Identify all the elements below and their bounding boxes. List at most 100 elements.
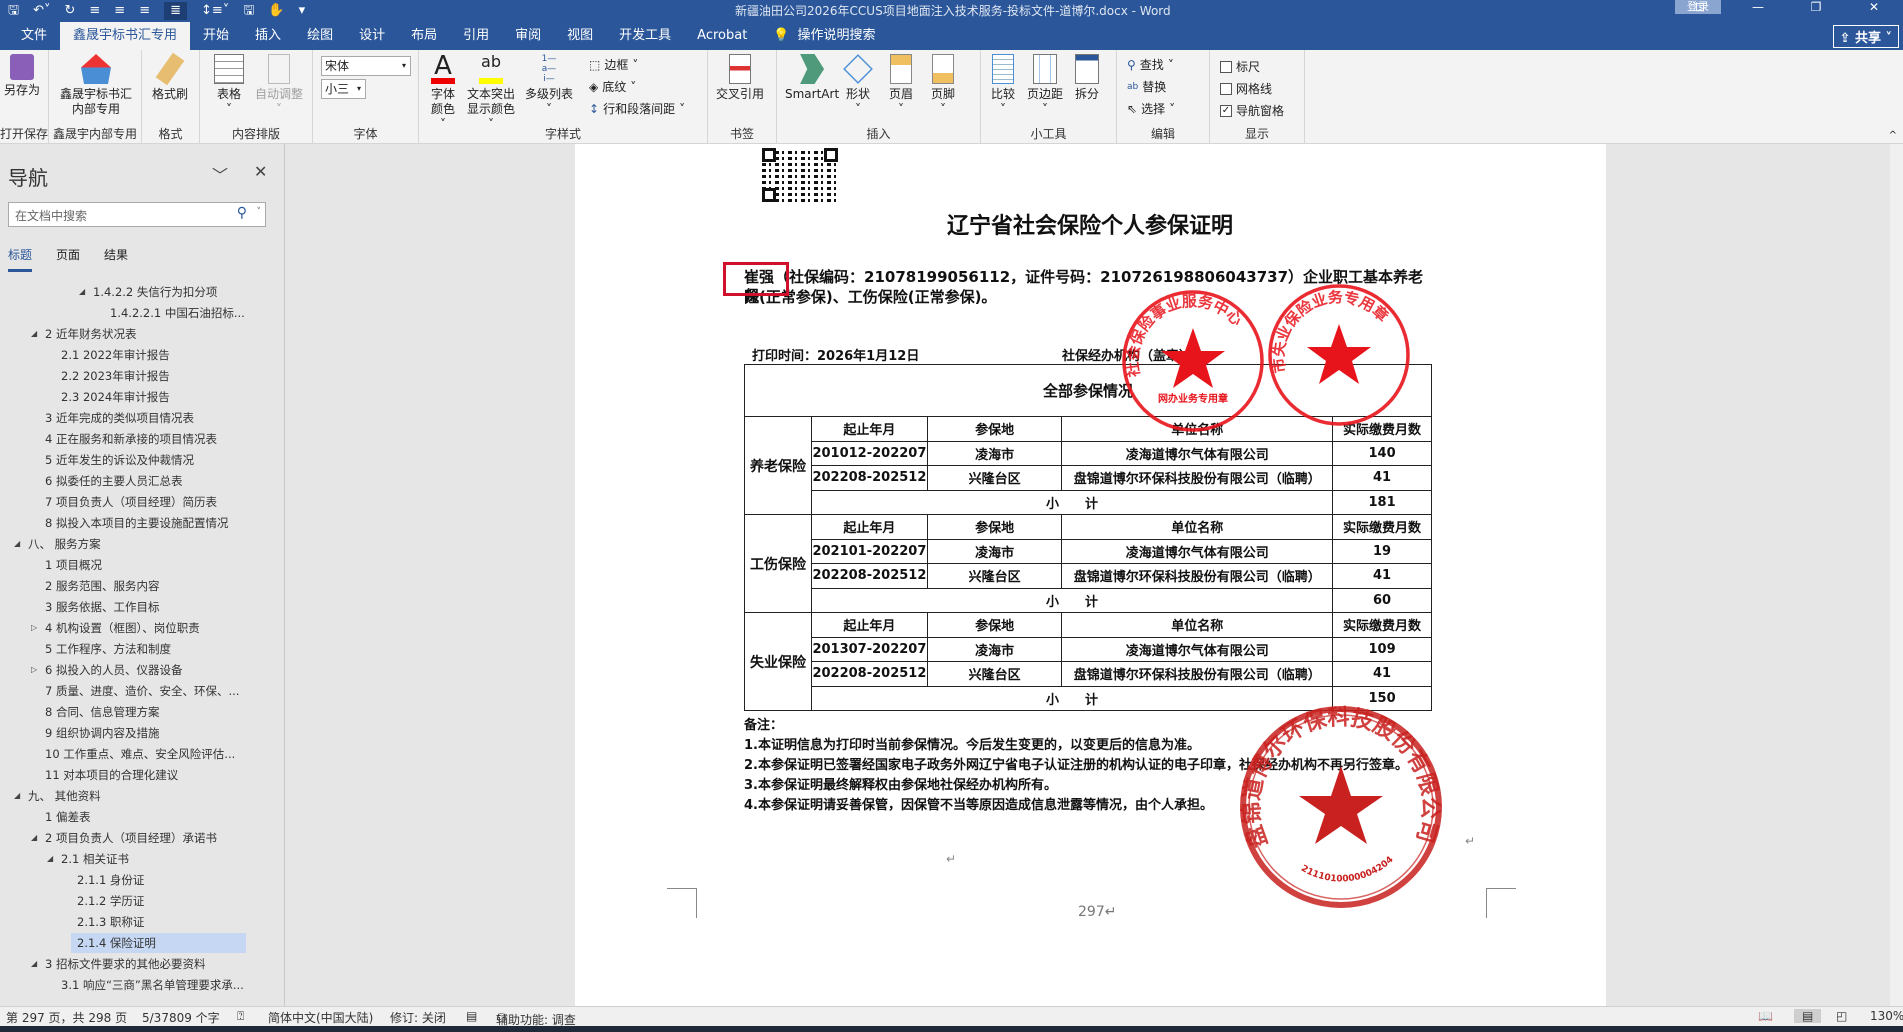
footer-button[interactable]: 页脚 ˅ [931,54,955,117]
split-button[interactable]: 拆分 [1075,54,1099,102]
tell-me-search[interactable]: 💡 操作说明搜索 [760,22,888,50]
tab-0[interactable]: 文件 [8,22,60,50]
nav-heading-item[interactable]: 4 正在服务和新承接的项目情况表 [39,429,225,449]
nav-heading-item[interactable]: 3 近年完成的类似项目情况表 [39,408,202,428]
nav-tab-results[interactable]: 结果 [104,246,128,272]
spacing-button[interactable]: ↕ 行和段落间距 ˅ [589,100,685,117]
nav-heading-item[interactable]: 5 近年发生的诉讼及仲裁情况 [39,450,202,470]
nav-heading-item[interactable]: 2 近年财务状况表 [39,324,144,344]
tab-9[interactable]: 视图 [554,22,606,50]
tab-1[interactable]: 鑫晟宇标书汇专用 [60,22,191,50]
touch-mode-icon[interactable]: ✋ [268,2,284,20]
align-right-icon[interactable]: ≡ [139,2,150,20]
tab-10[interactable]: 开发工具 [606,22,684,50]
tab-2[interactable]: 开始 [190,22,242,50]
expand-triangle-icon[interactable]: ▷ [31,623,41,632]
format-painter-button[interactable]: 格式刷 [152,52,188,102]
nav-search-input[interactable]: 在文档中搜索 ⚲ ˅ [8,202,266,227]
nav-heading-item[interactable]: 5 工作程序、方法和制度 [39,639,179,659]
tab-4[interactable]: 绘图 [294,22,346,50]
justify-icon[interactable]: ≣ [164,2,188,20]
customize-icon[interactable]: ▾ [299,2,306,20]
compare-button[interactable]: 比较 ˅ [991,54,1015,117]
page-count[interactable]: 第 297 页，共 298 页 [6,1009,127,1026]
undo-icon[interactable]: ↶˅ [33,2,50,20]
nav-heading-item[interactable]: 8 合同、信息管理方案 [39,702,167,722]
smartart-button[interactable]: SmartArt [785,54,839,102]
border-button[interactable]: ⬚ 边框 ˅ [589,56,638,73]
shapes-button[interactable]: 形状 ˅ [843,54,873,117]
collapse-triangle-icon[interactable]: ◢ [14,539,24,548]
restore-icon[interactable]: ❐ [1787,0,1845,14]
nav-heading-item[interactable]: 1.4.2.2.1 中国石油招标... [104,303,253,323]
save-as-button[interactable]: 另存为 [4,54,40,98]
navigation-pane-checkbox[interactable]: ✓ 导航窗格 [1220,102,1284,119]
nav-heading-item[interactable]: 1.4.2.2 失信行为扣分项 [87,282,225,302]
align-center-icon[interactable]: ≡ [114,2,125,20]
nav-heading-item[interactable]: 2.1 2022年审计报告 [55,345,178,365]
select-button[interactable]: ⇖ 选择 ˅ [1127,100,1175,117]
font-size-select[interactable]: 小三 ▾ [321,79,366,99]
font-color-button[interactable]: A 字体颜色 ˅ [427,53,459,132]
nav-heading-item[interactable]: 2.3 2024年审计报告 [55,387,178,407]
nav-heading-item[interactable]: 7 项目负责人（项目经理）简历表 [39,492,225,512]
zoom-level[interactable]: 130% [1870,1009,1903,1023]
nav-heading-item[interactable]: 2.1.3 职称证 [71,912,152,932]
collapse-triangle-icon[interactable]: ◢ [31,959,41,968]
nav-heading-item[interactable]: 2.1 相关证书 [55,849,137,869]
shading-button[interactable]: ◈ 底纹 ˅ [589,78,636,95]
collapse-triangle-icon[interactable]: ◢ [31,833,41,842]
nav-heading-item[interactable]: 3 服务依据、工作目标 [39,597,167,617]
nav-tab-headings[interactable]: 标题 [8,246,33,272]
macro-icon[interactable]: ▤ [466,1009,477,1023]
collapse-triangle-icon[interactable]: ◢ [31,329,41,338]
minimize-icon[interactable]: — [1729,0,1787,14]
nav-heading-item[interactable]: 2.1.2 学历证 [71,891,152,911]
proofing-icon[interactable]: ⍰ [237,1009,244,1024]
chevron-down-icon[interactable]: ﹀ [212,162,228,186]
tab-3[interactable]: 插入 [242,22,294,50]
nav-heading-item[interactable]: 1 偏差表 [39,807,98,827]
nav-heading-item[interactable]: 九、 其他资料 [22,786,109,806]
collapse-triangle-icon[interactable]: ◢ [47,854,57,863]
save-as-icon[interactable]: 🖫 [243,2,254,20]
nav-heading-item[interactable]: 1 项目概况 [39,555,110,575]
line-spacing-icon[interactable]: ↕≡˅ [201,2,229,20]
tab-6[interactable]: 布局 [398,22,450,50]
close-icon[interactable]: ✕ [1845,0,1903,14]
save-icon[interactable]: 🖫 [8,2,19,20]
find-button[interactable]: ⚲ 查找 ˅ [1127,56,1174,73]
collapse-ribbon-icon[interactable]: ^ [1889,130,1897,141]
track-changes[interactable]: 修订: 关闭 [390,1009,446,1026]
share-button[interactable]: ⇪ 共享 ˅ [1832,25,1899,48]
nav-heading-item[interactable]: 4 机构设置（框图）、岗位职责 [39,618,208,638]
nav-heading-item[interactable]: 11 对本项目的合理化建议 [39,765,186,785]
nav-heading-item[interactable]: 2 服务范围、服务内容 [39,576,167,596]
nav-heading-item[interactable]: 6 拟投入的人员、仪器设备 [39,660,190,680]
gridlines-checkbox[interactable]: 网格线 [1220,80,1272,97]
nav-heading-item[interactable]: 3 招标文件要求的其他必要资料 [39,954,213,974]
ruler-checkbox[interactable]: 标尺 [1220,58,1260,75]
web-layout-icon[interactable]: ◰ [1836,1009,1847,1023]
font-name-select[interactable]: 宋体 ▾ [321,56,411,76]
cross-reference-button[interactable]: 交叉引用 [716,54,764,102]
print-layout-icon[interactable]: ▤ [1794,1009,1822,1023]
nav-heading-item[interactable]: 10 工作重点、难点、安全风险评估... [39,744,243,764]
nav-heading-item[interactable]: 2 项目负责人（项目经理）承诺书 [39,828,225,848]
nav-heading-item[interactable]: 2.1.4 保险证明 [71,933,246,953]
nav-heading-item[interactable]: 八、 服务方案 [22,534,109,554]
nav-tab-pages[interactable]: 页面 [56,246,80,272]
nav-heading-item[interactable]: 2.1.1 身份证 [71,870,152,890]
vertical-scrollbar[interactable] [1890,144,1903,1006]
word-count[interactable]: 5/37809 个字 [142,1009,220,1026]
search-icon[interactable]: ⚲ [237,205,247,221]
ribbon-display-options-icon[interactable]: ⊡ [1671,0,1729,14]
tab-7[interactable]: 引用 [450,22,502,50]
nav-heading-item[interactable]: 2.2 2023年审计报告 [55,366,178,386]
tab-5[interactable]: 设计 [346,22,398,50]
align-left-icon[interactable]: ≡ [89,2,100,20]
nav-heading-item[interactable]: 9 组织协调内容及措施 [39,723,167,743]
nav-heading-item[interactable]: 3.1 响应“三商”黑名单管理要求承... [55,975,252,995]
chevron-down-icon[interactable]: ˅ [257,207,262,217]
collapse-triangle-icon[interactable]: ◢ [79,287,89,296]
